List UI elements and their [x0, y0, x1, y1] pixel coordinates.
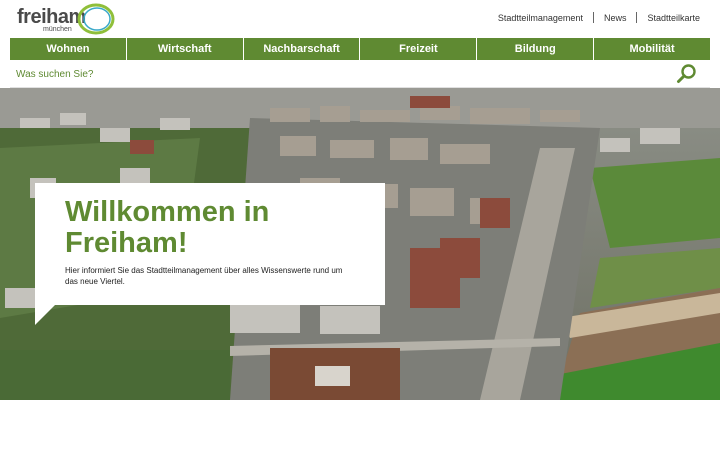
nav-item-freizeit[interactable]: Freizeit	[360, 38, 477, 60]
logo-ring-icon	[77, 3, 115, 35]
meta-nav: Stadtteilmanagement News Stadtteilkarte	[498, 12, 700, 23]
welcome-text: Hier informiert Sie das Stadtteilmanagem…	[65, 266, 343, 286]
page-content-area	[0, 400, 720, 450]
meta-nav-news[interactable]: News	[604, 13, 627, 23]
welcome-card: Willkommen in Freiham! Hier informiert S…	[35, 183, 385, 305]
logo-subline: münchen	[43, 26, 72, 33]
welcome-card-tail	[35, 305, 55, 325]
nav-item-nachbarschaft[interactable]: Nachbarschaft	[243, 38, 360, 60]
meta-nav-divider	[636, 12, 638, 23]
meta-nav-stadtteilmanagement[interactable]: Stadtteilmanagement	[498, 13, 583, 23]
meta-nav-divider	[592, 12, 594, 23]
nav-item-bildung[interactable]: Bildung	[477, 38, 594, 60]
welcome-title: Willkommen in Freiham!	[65, 197, 355, 259]
nav-item-mobilitaet[interactable]: Mobilität	[594, 38, 710, 60]
main-nav: Wohnen Wirtschaft Nachbarschaft Freizeit…	[10, 38, 710, 60]
search-input[interactable]	[16, 65, 656, 83]
welcome-title-line2: Freiham!	[65, 227, 188, 259]
search-icon	[677, 64, 696, 83]
freiham-logo[interactable]: freiham münchen	[17, 2, 117, 36]
welcome-title-line1: Willkommen in	[65, 196, 270, 228]
nav-item-wirtschaft[interactable]: Wirtschaft	[126, 38, 243, 60]
top-bar: freiham münchen Stadtteilmanagement News…	[10, 0, 710, 38]
search-bar	[10, 60, 710, 88]
nav-item-wohnen[interactable]: Wohnen	[10, 38, 126, 60]
meta-nav-stadtteilkarte[interactable]: Stadtteilkarte	[647, 13, 700, 23]
search-button[interactable]	[676, 63, 698, 85]
